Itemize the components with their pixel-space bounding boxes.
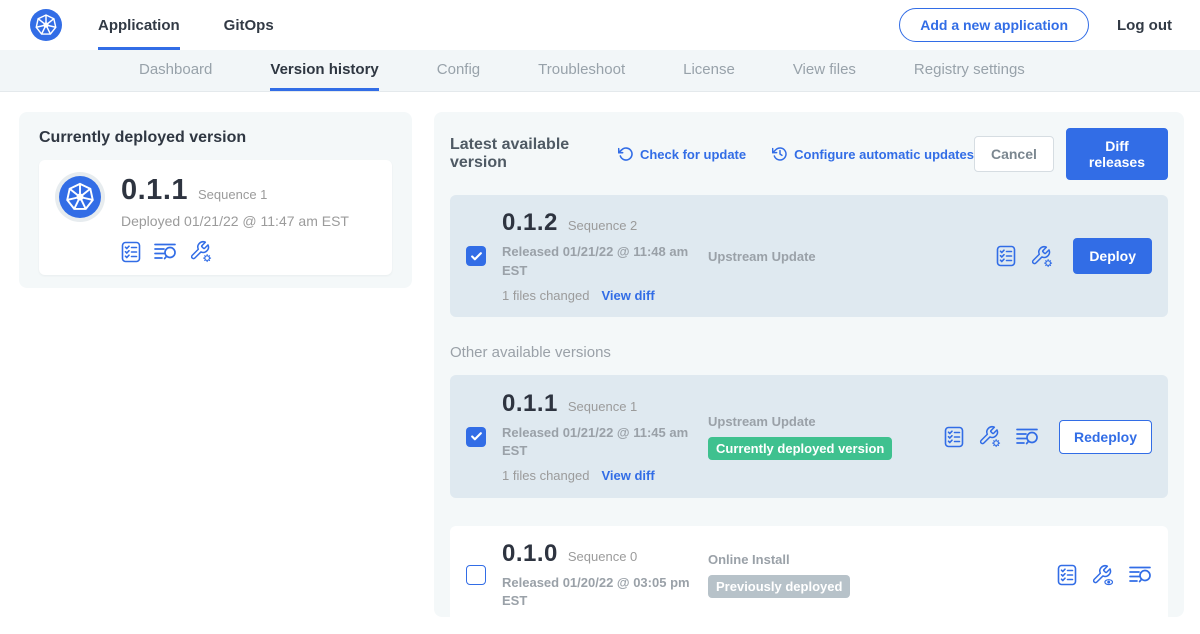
subtab-view-files[interactable]: View files xyxy=(793,50,856,91)
currently-deployed-panel: Currently deployed version 0.1.1 Sequenc… xyxy=(19,112,412,288)
configure-auto-updates-link[interactable]: Configure automatic updates xyxy=(772,146,974,162)
subtab-dashboard[interactable]: Dashboard xyxy=(139,50,212,91)
deployed-timestamp: Deployed 01/21/22 @ 11:47 am EST xyxy=(121,213,349,229)
kubernetes-icon xyxy=(59,176,101,218)
currently-deployed-badge: Currently deployed version xyxy=(708,437,892,460)
version-sequence: Sequence 1 xyxy=(568,399,637,414)
deployed-sequence: Sequence 1 xyxy=(198,187,267,202)
version-checkbox[interactable] xyxy=(466,427,486,447)
release-notes-icon[interactable] xyxy=(1057,564,1077,586)
subtab-troubleshoot[interactable]: Troubleshoot xyxy=(538,50,625,91)
top-nav: Application GitOps Add a new application… xyxy=(0,0,1200,50)
version-number: 0.1.0 xyxy=(502,540,558,568)
view-config-icon[interactable] xyxy=(1091,564,1114,587)
preflight-checks-icon[interactable] xyxy=(1015,426,1039,448)
released-timestamp: Released 01/21/22 @ 11:48 am EST xyxy=(502,243,692,279)
app-logo xyxy=(0,0,98,50)
version-row-0-1-2: 0.1.2 Sequence 2 Released 01/21/22 @ 11:… xyxy=(450,195,1168,317)
subtab-license[interactable]: License xyxy=(683,50,735,91)
check-icon xyxy=(470,430,483,443)
add-application-button[interactable]: Add a new application xyxy=(899,8,1089,42)
version-number: 0.1.2 xyxy=(502,209,558,237)
tab-application[interactable]: Application xyxy=(98,0,180,50)
files-changed-label: 1 files changed xyxy=(502,288,589,303)
logout-button[interactable]: Log out xyxy=(1117,17,1172,34)
redeploy-button[interactable]: Redeploy xyxy=(1059,420,1152,454)
released-timestamp: Released 01/20/22 @ 03:05 pm EST xyxy=(502,574,692,610)
edit-config-icon[interactable] xyxy=(1030,245,1053,268)
edit-config-icon[interactable] xyxy=(189,240,212,263)
version-history-panel: Latest available version Check for updat… xyxy=(434,112,1184,617)
deploy-button[interactable]: Deploy xyxy=(1073,238,1152,274)
version-number: 0.1.1 xyxy=(502,390,558,418)
version-checkbox[interactable] xyxy=(466,565,486,585)
diff-releases-button[interactable]: Diff releases xyxy=(1066,128,1168,180)
version-sequence: Sequence 2 xyxy=(568,218,637,233)
deployed-version-number: 0.1.1 xyxy=(121,174,188,207)
edit-config-icon[interactable] xyxy=(978,425,1001,448)
app-sub-nav: Dashboard Version history Config Trouble… xyxy=(0,50,1200,92)
release-notes-icon[interactable] xyxy=(944,426,964,448)
view-diff-link[interactable]: View diff xyxy=(601,288,654,303)
version-source: Upstream Update xyxy=(708,249,933,264)
version-row-0-1-1: 0.1.1 Sequence 1 Released 01/21/22 @ 11:… xyxy=(450,375,1168,498)
currently-deployed-title: Currently deployed version xyxy=(39,129,392,147)
refresh-icon xyxy=(618,146,634,162)
subtab-version-history[interactable]: Version history xyxy=(270,50,378,91)
released-timestamp: Released 01/21/22 @ 11:45 am EST xyxy=(502,424,692,460)
tab-gitops[interactable]: GitOps xyxy=(224,0,274,50)
subtab-config[interactable]: Config xyxy=(437,50,480,91)
version-sequence: Sequence 0 xyxy=(568,549,637,564)
release-notes-icon[interactable] xyxy=(121,241,141,263)
check-for-update-link[interactable]: Check for update xyxy=(618,146,746,162)
deployed-version-card: 0.1.1 Sequence 1 Deployed 01/21/22 @ 11:… xyxy=(39,160,392,275)
view-diff-link[interactable]: View diff xyxy=(601,468,654,483)
release-notes-icon[interactable] xyxy=(996,245,1016,267)
preflight-checks-icon[interactable] xyxy=(153,241,177,263)
latest-available-title: Latest available version xyxy=(450,136,602,172)
previously-deployed-badge: Previously deployed xyxy=(708,575,850,598)
clock-refresh-icon xyxy=(772,146,788,162)
version-checkbox[interactable] xyxy=(466,246,486,266)
version-row-0-1-0: 0.1.0 Sequence 0 Released 01/20/22 @ 03:… xyxy=(450,526,1168,624)
app-icon xyxy=(55,172,105,222)
check-icon xyxy=(470,250,483,263)
version-source: Upstream Update xyxy=(708,414,933,429)
files-changed-label: 1 files changed xyxy=(502,468,589,483)
kubernetes-icon xyxy=(30,9,62,41)
other-versions-title: Other available versions xyxy=(450,344,1168,361)
cancel-button[interactable]: Cancel xyxy=(974,136,1054,172)
version-source: Online Install xyxy=(708,552,933,567)
subtab-registry-settings[interactable]: Registry settings xyxy=(914,50,1025,91)
preflight-checks-icon[interactable] xyxy=(1128,564,1152,586)
